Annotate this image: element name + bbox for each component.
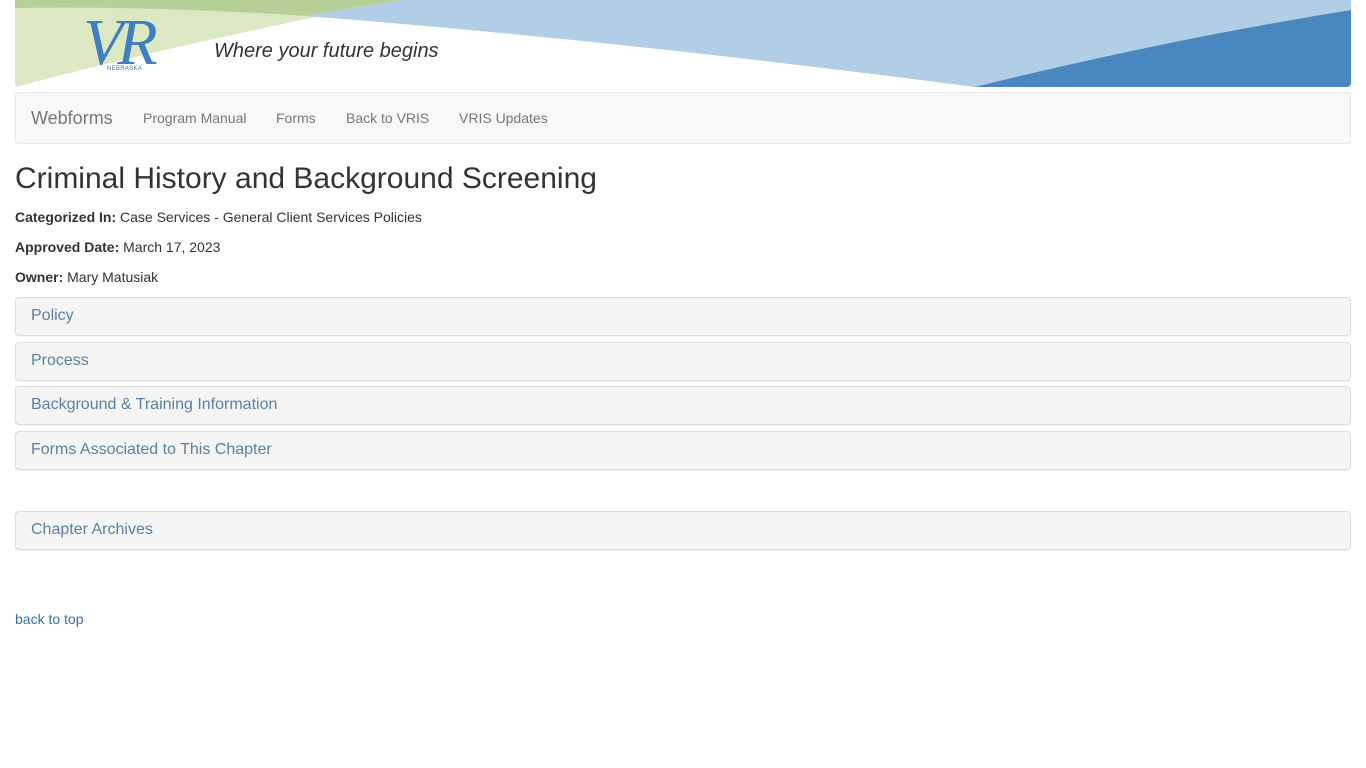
categorized-label: Categorized In:: [15, 209, 117, 225]
panel-background-training-title[interactable]: Background & Training Information: [31, 396, 277, 414]
panel-background-training[interactable]: Background & Training Information: [15, 386, 1351, 425]
approved-value: March 17, 2023: [123, 239, 221, 255]
panel-chapter-archives-title[interactable]: Chapter Archives: [31, 521, 153, 539]
tagline: Where your future begins: [214, 40, 439, 62]
owner: Owner: Mary Matusiak: [15, 269, 158, 285]
panel-chapter-archives[interactable]: Chapter Archives: [15, 511, 1351, 550]
panel-process-title[interactable]: Process: [31, 352, 89, 370]
approved-date: Approved Date: March 17, 2023: [15, 239, 220, 255]
owner-label: Owner:: [15, 269, 64, 285]
categorized-value: Case Services - General Client Services …: [120, 209, 422, 225]
approved-label: Approved Date:: [15, 239, 120, 255]
logo-state: NEBRASKA: [107, 66, 143, 72]
nav-item-program-manual[interactable]: Program Manual: [143, 110, 247, 126]
panel-policy[interactable]: Policy: [15, 297, 1351, 336]
header-banner: VR NEBRASKA Where your future begins: [15, 0, 1351, 87]
panel-forms-associated-title[interactable]: Forms Associated to This Chapter: [31, 441, 272, 459]
vr-logo[interactable]: VR NEBRASKA: [83, 10, 193, 82]
navbar: Webforms Program Manual Forms Back to VR…: [15, 92, 1351, 144]
panel-process[interactable]: Process: [15, 342, 1351, 381]
page-title: Criminal History and Background Screenin…: [15, 162, 597, 195]
nav-item-back-to-vris[interactable]: Back to VRIS: [346, 110, 429, 126]
nav-item-forms[interactable]: Forms: [276, 110, 316, 126]
nav-item-vris-updates[interactable]: VRIS Updates: [459, 110, 548, 126]
back-to-top-link[interactable]: back to top: [15, 611, 84, 627]
panel-policy-title[interactable]: Policy: [31, 307, 74, 325]
panel-forms-associated[interactable]: Forms Associated to This Chapter: [15, 431, 1351, 470]
navbar-brand[interactable]: Webforms: [31, 108, 113, 129]
categorized-in: Categorized In: Case Services - General …: [15, 209, 422, 225]
owner-value: Mary Matusiak: [67, 269, 159, 285]
